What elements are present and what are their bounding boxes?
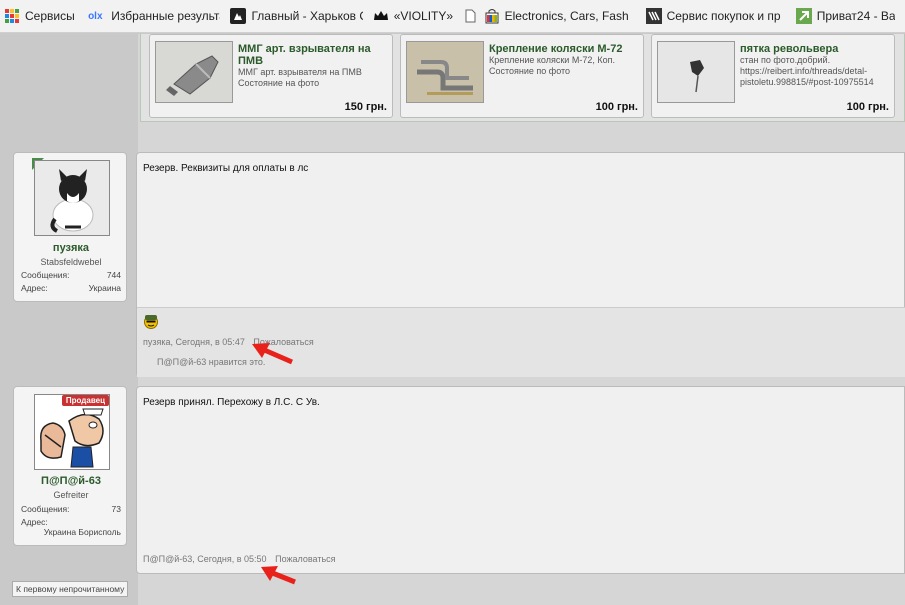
seller-badge: Продавец — [61, 395, 109, 406]
message-box: Резерв принял. Перехожу в Л.С. С Ув. П@П… — [136, 386, 905, 574]
bookmark-label: Сервис покупок и пр — [666, 9, 781, 23]
product-desc: Состояние на фото — [238, 78, 320, 88]
bookmark-label: Избранные результа — [111, 9, 221, 23]
message-text: Резерв. Реквизиты для оплаты в лс — [143, 163, 309, 174]
user-info-box: пузяка Stabsfeldwebel Сообщения: 744 Адр… — [13, 152, 127, 302]
product-desc[interactable]: https://reibert.info/threads/detal- — [740, 66, 892, 77]
username[interactable]: пузяка — [14, 242, 128, 254]
user-address-row: Адрес: Украина — [21, 283, 121, 293]
message-text: Резерв принял. Перехожу в Л.С. С Ув. — [143, 397, 320, 408]
post-time[interactable]: Сегодня, в 05:47 — [176, 337, 245, 347]
post-time[interactable]: Сегодня, в 05:50 — [197, 554, 266, 564]
bookmark-privat24[interactable]: Приват24 - Ва — [795, 8, 895, 24]
product-desc[interactable]: pistoletu.998815/#post-10975514 — [740, 77, 892, 88]
product-price: 150 грн. — [344, 101, 387, 113]
avatar[interactable]: Продавец — [34, 394, 110, 470]
bookmark-services[interactable]: Сервисы — [4, 8, 74, 24]
product-title[interactable]: Крепление коляски М-72 — [489, 43, 641, 55]
product-desc: Состояние по фото — [489, 66, 571, 76]
photo-icon — [230, 8, 247, 24]
product-price: 100 грн. — [595, 101, 638, 113]
apps-grid-icon — [4, 8, 20, 24]
bookmark-olx[interactable]: olx Избранные результа — [84, 8, 220, 24]
seller-products-block: ММГ арт. взрывателя на ПМВ ММГ арт. взры… — [140, 34, 905, 122]
crown-icon — [373, 8, 389, 24]
user-messages-row: Сообщения: 744 — [21, 270, 121, 280]
forum-page: ММГ арт. взрывателя на ПМВ ММГ арт. взры… — [0, 34, 905, 605]
privat-icon — [795, 8, 812, 24]
bookmark-kharkov[interactable]: Главный - Харьков С — [230, 8, 363, 24]
report-link[interactable]: Пожаловаться — [275, 554, 335, 564]
shop-service-icon — [645, 8, 662, 24]
user-messages-row: Сообщения: 73 — [21, 504, 121, 514]
post-author[interactable]: пузяка — [143, 337, 171, 347]
product-title[interactable]: ММГ арт. взрывателя на ПМВ — [238, 43, 390, 67]
user-title: Gefreiter — [53, 490, 89, 500]
bookmark-label: Сервисы — [25, 9, 75, 23]
red-arrow-annotation — [252, 343, 293, 365]
bookmark-label: Главный - Харьков С — [251, 9, 363, 23]
user-title: Stabsfeldwebel — [40, 257, 102, 267]
user-info-box: Продавец П@П@й-63 Gefreiter Сообщения: 7… — [13, 386, 127, 546]
user-address: Украина — [88, 283, 121, 293]
bookmark-page[interactable]: Electronics, Cars, Fash — [463, 8, 636, 24]
product-desc: Крепление коляски М-72, Коп. — [489, 55, 615, 65]
avatar[interactable] — [34, 160, 110, 236]
product-image-fuse[interactable] — [155, 41, 233, 103]
olx-icon: olx — [88, 10, 103, 22]
post-meta: П@П@й-63, Сегодня, в 05:50 Пожаловаться — [143, 554, 336, 564]
bookmark-label: Приват24 - Ва — [816, 9, 895, 23]
product-image-revolver-part[interactable] — [657, 41, 735, 103]
bookmark-shop-service[interactable]: Сервис покупок и пр — [645, 8, 786, 24]
bookmark-label: Electronics, Cars, Fash — [504, 9, 629, 23]
product-image-mount[interactable] — [406, 41, 484, 103]
product-price: 100 грн. — [846, 101, 889, 113]
user-address-label-row: Адрес: — [21, 517, 48, 527]
bookmark-label: «VIOLITY» — [393, 9, 453, 23]
red-arrow-annotation — [261, 566, 296, 585]
product-card[interactable]: Крепление коляски М-72 Крепление коляски… — [400, 34, 644, 118]
product-desc: ММГ арт. взрывателя на ПМВ — [238, 67, 362, 77]
page-icon — [463, 8, 479, 24]
product-card[interactable]: пятка револьвера стан по фото.добрий. ht… — [651, 34, 895, 118]
messages-count[interactable]: 73 — [112, 504, 121, 514]
product-card[interactable]: ММГ арт. взрывателя на ПМВ ММГ арт. взры… — [149, 34, 393, 118]
bookmark-violity[interactable]: «VIOLITY» — [373, 8, 453, 24]
first-unread-link[interactable]: К первому непрочитанному — [12, 581, 129, 597]
user-address: Украина Борисполь — [43, 527, 121, 537]
ebay-bag-icon — [484, 8, 500, 24]
messages-count[interactable]: 744 — [107, 270, 121, 280]
product-desc: стан по фото.добрий. — [740, 55, 831, 65]
post-author[interactable]: П@П@й-63 — [143, 554, 192, 564]
bookmarks-bar: Сервисы olx Избранные результа Главный -… — [0, 0, 905, 33]
product-title[interactable]: пятка револьвера — [740, 43, 892, 55]
username[interactable]: П@П@й-63 — [14, 475, 128, 487]
smiley-icon — [144, 315, 158, 329]
